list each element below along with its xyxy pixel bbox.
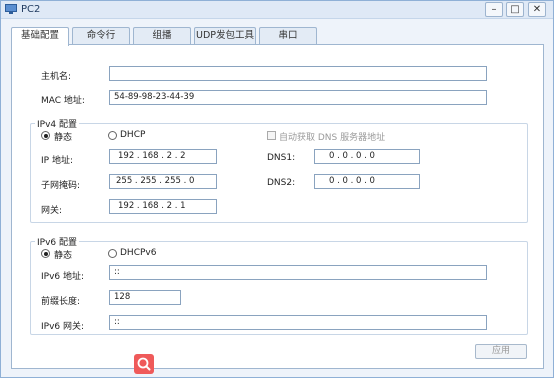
mac-label: MAC 地址: [41,96,85,106]
close-icon[interactable]: ✕ [528,2,546,17]
minimize-icon[interactable]: – [485,2,503,17]
pc-config-window: PC2 – □ ✕ 基础配置 命令行 组播 UDP发包工具 串口 主机名: MA… [0,0,554,378]
apply-button[interactable]: 应用 [475,344,527,359]
tab-basic-config[interactable]: 基础配置 [11,27,69,46]
hostname-input[interactable] [109,66,487,81]
ipv6-dhcp-radio[interactable] [108,249,117,258]
maximize-icon[interactable]: □ [506,2,524,17]
dns2-label: DNS2: [267,178,296,188]
ipv6-gateway-label: IPv6 网关: [41,322,85,332]
ipv6-static-label: 静态 [54,251,73,261]
auto-dns-checkbox[interactable] [267,131,276,140]
tab-multicast[interactable]: 组播 [133,27,191,45]
gateway-label: 网关: [41,206,63,216]
mac-address-field: 54-89-98-23-44-39 [109,90,487,105]
dns1-input[interactable]: 0 . 0 . 0 . 0 [314,149,420,164]
ip-address-input[interactable]: 192 . 168 . 2 . 2 [109,149,217,164]
tab-udp-tool[interactable]: UDP发包工具 [194,27,256,45]
ipv6-dhcp-label: DHCPv6 [120,248,157,258]
ipv4-static-label: 静态 [54,133,73,143]
tab-command-line[interactable]: 命令行 [72,27,130,45]
ipv4-dhcp-radio[interactable] [108,131,117,140]
subnet-mask-input[interactable]: 255 . 255 . 255 . 0 [109,174,217,189]
ip-address-label: IP 地址: [41,156,73,166]
ipv6-gateway-input[interactable]: :: [109,315,487,330]
ipv6-group-title: IPv6 配置 [35,235,79,248]
gateway-input[interactable]: 192 . 168 . 2 . 1 [109,199,217,214]
ipv6-address-label: IPv6 地址: [41,272,85,282]
hostname-label: 主机名: [41,72,72,82]
prefix-length-label: 前缀长度: [41,297,81,307]
ipv6-address-input[interactable]: :: [109,265,487,280]
window-title: PC2 [21,4,41,15]
tab-serial[interactable]: 串口 [259,27,317,45]
prefix-length-input[interactable]: 128 [109,290,181,305]
basic-config-panel: 主机名: MAC 地址: 54-89-98-23-44-39 IPv4 配置 静… [11,44,544,369]
title-bar: PC2 – □ ✕ [1,1,553,19]
ipv4-static-radio[interactable] [41,131,50,140]
ipv4-group-title: IPv4 配置 [35,117,79,130]
ipv6-static-radio[interactable] [41,249,50,258]
pc-app-icon [5,4,17,14]
search-icon[interactable] [134,354,154,374]
auto-dns-label: 自动获取 DNS 服务器地址 [279,133,386,143]
ipv4-dhcp-label: DHCP [120,130,146,140]
dns2-input[interactable]: 0 . 0 . 0 . 0 [314,174,420,189]
subnet-mask-label: 子网掩码: [41,181,81,191]
dns1-label: DNS1: [267,153,296,163]
